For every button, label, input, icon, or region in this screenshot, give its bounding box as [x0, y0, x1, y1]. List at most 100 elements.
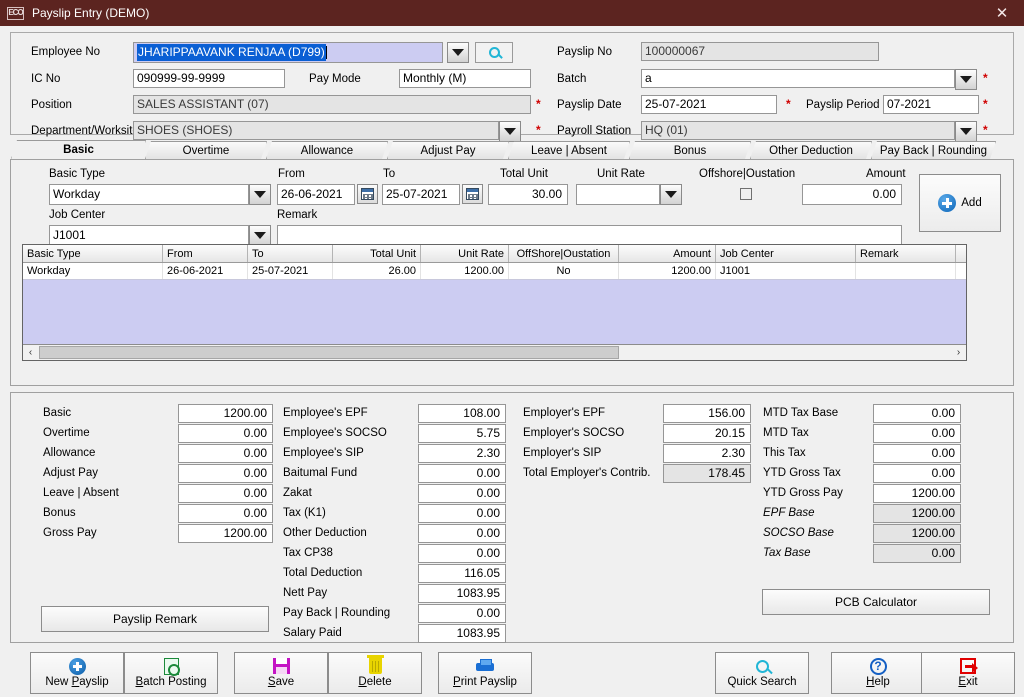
value-this-tax[interactable]: 0.00: [873, 443, 961, 463]
label-mtd-tax: MTD Tax: [763, 427, 809, 439]
value-ytd-gross-tax[interactable]: 0.00: [873, 463, 961, 483]
value-nett-pay[interactable]: 1083.95: [418, 583, 506, 603]
payslip-date-input[interactable]: 25-07-2021: [641, 95, 777, 114]
remark-input[interactable]: [277, 225, 902, 246]
unit-rate-dropdown-icon[interactable]: [660, 184, 682, 205]
basic-entries-grid[interactable]: Basic Type From To Total Unit Unit Rate …: [22, 244, 967, 361]
save-button[interactable]: Save: [234, 652, 328, 694]
department-dropdown-icon[interactable]: [499, 121, 521, 142]
grid-col-total-unit[interactable]: Total Unit: [333, 245, 421, 262]
payslip-no-input: 100000067: [641, 42, 879, 61]
grid-col-amount[interactable]: Amount: [619, 245, 716, 262]
value-total-deduction[interactable]: 116.05: [418, 563, 506, 583]
pay-mode-label: Pay Mode: [309, 73, 361, 85]
value-leave-absent[interactable]: 0.00: [178, 483, 273, 503]
grid-col-offshore[interactable]: OffShore|Oustation: [509, 245, 619, 262]
tab-other-deduction[interactable]: Other Deduction: [750, 141, 872, 159]
value-baitumal-fund[interactable]: 0.00: [418, 463, 506, 483]
grid-horizontal-scrollbar[interactable]: ‹ ›: [23, 344, 966, 360]
value-adjust-pay[interactable]: 0.00: [178, 463, 273, 483]
add-button[interactable]: Add: [919, 174, 1001, 232]
value-employee-sip[interactable]: 2.30: [418, 443, 506, 463]
grid-col-job-center[interactable]: Job Center: [716, 245, 856, 262]
print-payslip-button[interactable]: Print Payslip: [438, 652, 532, 694]
label-employer-socso: Employer's SOCSO: [523, 427, 625, 439]
grid-col-from[interactable]: From: [163, 245, 248, 262]
employee-no-dropdown-icon[interactable]: [447, 42, 469, 63]
batch-posting-button[interactable]: Batch Posting: [124, 652, 218, 694]
grid-col-basic-type[interactable]: Basic Type: [23, 245, 163, 262]
window-titlebar: ECO Payslip Entry (DEMO) ✕: [0, 0, 1024, 26]
value-mtd-tax[interactable]: 0.00: [873, 423, 961, 443]
value-bonus[interactable]: 0.00: [178, 503, 273, 523]
basic-type-dropdown-icon[interactable]: [249, 184, 271, 205]
scroll-left-icon[interactable]: ‹: [23, 345, 38, 360]
value-other-deduction[interactable]: 0.00: [418, 523, 506, 543]
help-button[interactable]: ? Help: [831, 652, 925, 694]
basic-type-input[interactable]: Workday: [49, 184, 249, 205]
value-employee-epf[interactable]: 108.00: [418, 403, 506, 423]
employee-no-value: JHARIPPAAVANK RENJAA (D799): [137, 44, 326, 61]
grid-col-to[interactable]: To: [248, 245, 333, 262]
pcb-calculator-button[interactable]: PCB Calculator: [762, 589, 990, 615]
label-employee-sip: Employee's SIP: [283, 447, 364, 459]
batch-dropdown-icon[interactable]: [955, 69, 977, 90]
payroll-station-dropdown-icon[interactable]: [955, 121, 977, 142]
grid-col-remark[interactable]: Remark: [856, 245, 956, 262]
total-unit-input[interactable]: 30.00: [488, 184, 568, 205]
quick-search-button[interactable]: Quick Search: [715, 652, 809, 694]
value-allowance[interactable]: 0.00: [178, 443, 273, 463]
exit-button[interactable]: Exit: [921, 652, 1015, 694]
job-center-dropdown-icon[interactable]: [249, 225, 271, 246]
label-gross-pay: Gross Pay: [43, 527, 97, 539]
employee-no-input[interactable]: JHARIPPAAVANK RENJAA (D799): [133, 42, 443, 63]
label-zakat: Zakat: [283, 487, 312, 499]
pay-mode-input[interactable]: Monthly (M): [399, 69, 531, 88]
tab-overtime[interactable]: Overtime: [145, 141, 267, 159]
delete-button[interactable]: Delete: [328, 652, 422, 694]
job-center-input[interactable]: J1001: [49, 225, 249, 246]
value-gross-pay[interactable]: 1200.00: [178, 523, 273, 543]
table-row[interactable]: Workday 26-06-2021 25-07-2021 26.00 1200…: [23, 263, 966, 280]
batch-input[interactable]: a: [641, 69, 955, 88]
value-mtd-tax-base[interactable]: 0.00: [873, 403, 961, 423]
to-date-input[interactable]: 25-07-2021: [382, 184, 460, 205]
value-salary-paid[interactable]: 1083.95: [418, 623, 506, 643]
tab-allowance[interactable]: Allowance: [266, 141, 388, 159]
from-calendar-button[interactable]: [357, 184, 378, 204]
label-employer-epf: Employer's EPF: [523, 407, 606, 419]
value-employer-sip[interactable]: 2.30: [663, 443, 751, 463]
value-employer-epf[interactable]: 156.00: [663, 403, 751, 423]
save-label: Save: [267, 676, 295, 689]
value-overtime[interactable]: 0.00: [178, 423, 273, 443]
tab-leave-absent[interactable]: Leave | Absent: [508, 141, 630, 159]
tab-basic[interactable]: Basic: [11, 140, 146, 159]
offshore-oustation-checkbox[interactable]: [740, 188, 752, 200]
value-basic[interactable]: 1200.00: [178, 403, 273, 423]
employee-search-button[interactable]: [475, 42, 513, 63]
payslip-remark-button[interactable]: Payslip Remark: [41, 606, 269, 632]
tab-pay-back-rounding[interactable]: Pay Back | Rounding: [871, 141, 996, 159]
tab-adjust-pay[interactable]: Adjust Pay: [387, 141, 509, 159]
total-unit-label: Total Unit: [500, 168, 548, 180]
tab-bonus[interactable]: Bonus: [629, 141, 751, 159]
value-tax-cp38[interactable]: 0.00: [418, 543, 506, 563]
from-date-input[interactable]: 26-06-2021: [277, 184, 355, 205]
grid-col-unit-rate[interactable]: Unit Rate: [421, 245, 509, 262]
scrollbar-thumb[interactable]: [39, 346, 619, 359]
to-calendar-button[interactable]: [462, 184, 483, 204]
scroll-right-icon[interactable]: ›: [951, 345, 966, 360]
unit-rate-input[interactable]: [576, 184, 660, 205]
offshore-oustation-label: Offshore|Oustation: [699, 168, 796, 180]
value-zakat[interactable]: 0.00: [418, 483, 506, 503]
payslip-period-input[interactable]: 07-2021: [883, 95, 979, 114]
new-payslip-button[interactable]: New Payslip: [30, 652, 124, 694]
value-pay-back-rounding[interactable]: 0.00: [418, 603, 506, 623]
ic-no-input[interactable]: 090999-99-9999: [133, 69, 285, 88]
value-employee-socso[interactable]: 5.75: [418, 423, 506, 443]
close-icon[interactable]: ✕: [980, 0, 1024, 26]
value-employer-socso[interactable]: 20.15: [663, 423, 751, 443]
value-tax-k1[interactable]: 0.00: [418, 503, 506, 523]
amount-input[interactable]: 0.00: [802, 184, 902, 205]
value-ytd-gross-pay[interactable]: 1200.00: [873, 483, 961, 503]
